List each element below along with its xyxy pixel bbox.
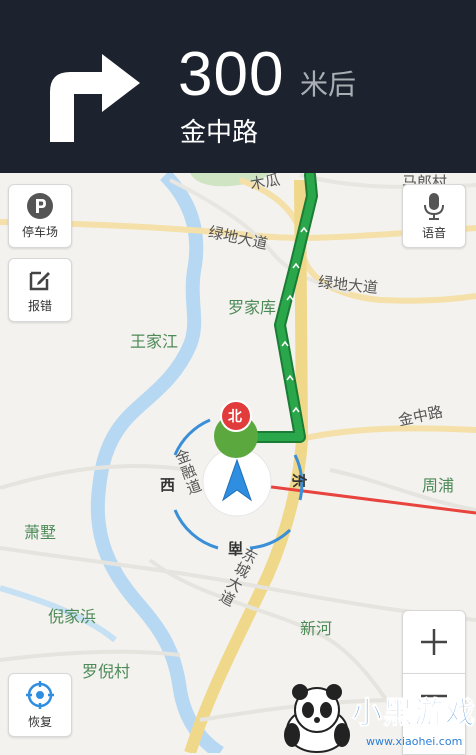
parking-label: 停车场 xyxy=(21,224,58,239)
voice-button[interactable]: 语音 xyxy=(402,184,466,248)
parking-icon xyxy=(27,192,53,219)
compass-north-label: 北 xyxy=(228,409,242,425)
navigation-banner: 300 米后 金中路 xyxy=(0,0,476,173)
restore-button[interactable]: 恢复 xyxy=(8,673,72,737)
panda-mascot-icon xyxy=(284,684,350,753)
restore-label: 恢复 xyxy=(27,714,52,729)
place-label-nijiabang: 倪家浜 xyxy=(48,607,97,626)
voice-label: 语音 xyxy=(421,225,446,240)
microphone-icon xyxy=(424,192,444,220)
compass-west-label: 西 xyxy=(160,476,176,494)
place-label-wangjiajiang: 王家江 xyxy=(130,332,179,351)
distance-unit: 米后 xyxy=(300,68,357,101)
zoom-in-button[interactable] xyxy=(402,610,466,674)
edit-icon xyxy=(29,271,50,290)
watermark-logo: 小黑游戏 www.xiaohei.com xyxy=(282,680,476,753)
report-error-button[interactable]: 报错 xyxy=(8,258,72,322)
plus-icon xyxy=(421,629,447,655)
parking-button[interactable]: 停车场 xyxy=(8,184,72,248)
place-label-zhoupu: 周浦 xyxy=(422,476,455,495)
turn-right-arrow-icon xyxy=(50,54,140,142)
next-road-name: 金中路 xyxy=(180,118,259,148)
compass-east-label: 东 xyxy=(290,472,309,489)
watermark-url: www.xiaohei.com xyxy=(366,735,463,748)
place-label-luonicun: 罗倪村 xyxy=(82,662,131,681)
compass-south-label: 南 xyxy=(228,539,244,557)
watermark-brand: 小黑游戏 xyxy=(352,696,476,732)
place-label-xiaoshu: 萧墅 xyxy=(24,523,57,542)
place-label-luojiaku: 罗家库 xyxy=(228,298,277,317)
place-label-xinhe: 新河 xyxy=(300,619,333,638)
distance-value: 300 xyxy=(178,40,285,109)
report-error-label: 报错 xyxy=(27,298,52,313)
location-target-icon xyxy=(26,680,54,709)
